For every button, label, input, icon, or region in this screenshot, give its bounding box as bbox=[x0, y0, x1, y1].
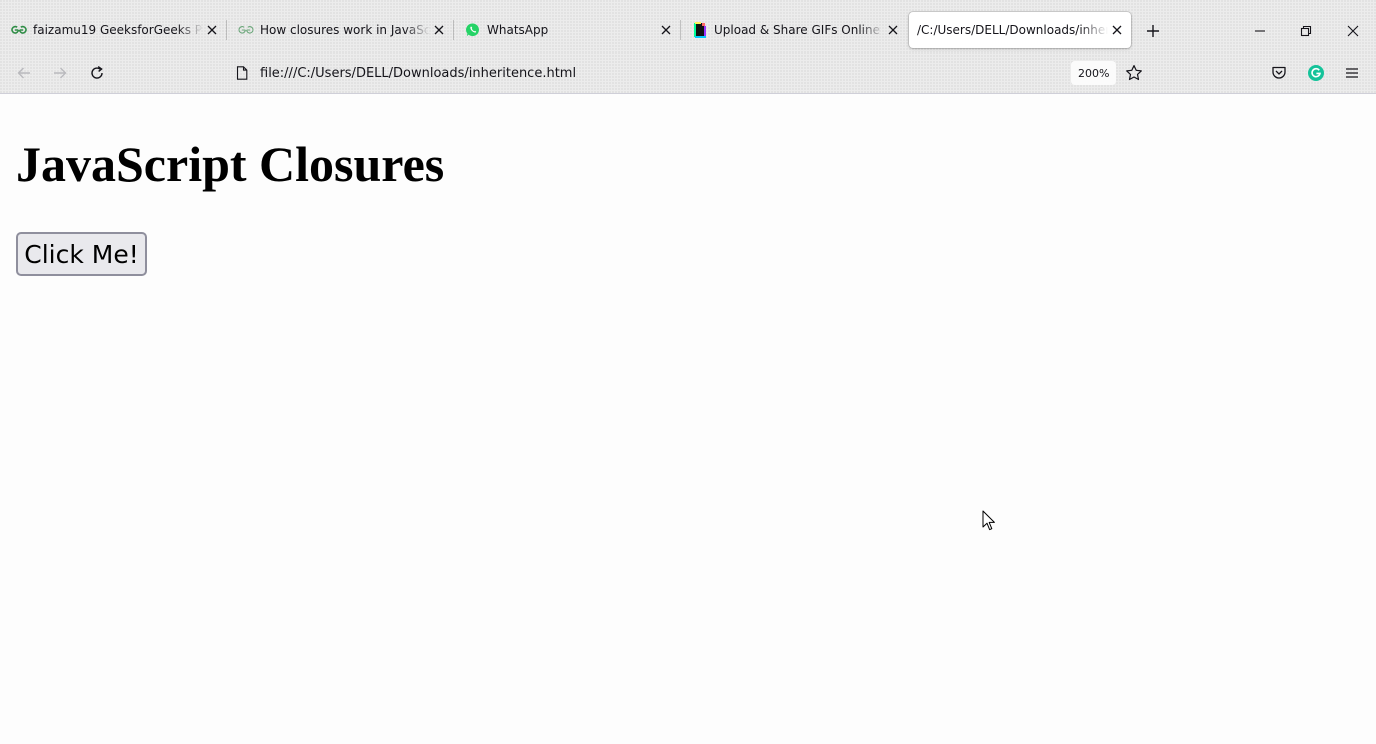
tab-geeksforgeeks-profile[interactable]: faizamu19 GeeksforGeeks Profile bbox=[0, 12, 226, 48]
close-icon[interactable] bbox=[884, 21, 902, 39]
forward-button[interactable] bbox=[47, 60, 73, 86]
pocket-button[interactable] bbox=[1267, 61, 1291, 85]
page-viewport: JavaScript Closures Click Me! bbox=[0, 94, 1376, 744]
minimize-button[interactable] bbox=[1237, 16, 1283, 46]
page-icon bbox=[234, 65, 250, 81]
close-window-button[interactable] bbox=[1330, 16, 1376, 46]
restore-icon bbox=[1300, 25, 1312, 37]
tab-title: How closures work in JavaScript bbox=[260, 23, 430, 37]
address-bar[interactable]: file:///C:/Users/DELL/Downloads/inherite… bbox=[226, 58, 1150, 88]
new-tab-button[interactable] bbox=[1140, 18, 1166, 44]
tab-title: WhatsApp bbox=[487, 23, 549, 37]
hamburger-menu-icon bbox=[1346, 68, 1358, 78]
star-icon bbox=[1126, 65, 1142, 81]
page-title: JavaScript Closures bbox=[16, 136, 445, 192]
plus-icon bbox=[1147, 25, 1159, 37]
pocket-icon bbox=[1272, 66, 1286, 79]
tab-whatsapp[interactable]: WhatsApp bbox=[454, 12, 680, 48]
close-icon[interactable] bbox=[657, 21, 675, 39]
close-icon[interactable] bbox=[1108, 21, 1126, 39]
geeksforgeeks-icon bbox=[11, 22, 27, 38]
arrow-right-icon bbox=[54, 67, 67, 79]
tab-title: /C:/Users/DELL/Downloads/inheritence.htm… bbox=[917, 23, 1108, 37]
reload-icon bbox=[91, 66, 103, 79]
close-icon[interactable] bbox=[203, 21, 221, 39]
arrow-left-icon bbox=[17, 67, 30, 79]
mouse-pointer-icon bbox=[982, 510, 995, 531]
tab-title: Upload & Share GIFs Online | GIPHY bbox=[714, 23, 884, 37]
tab-strip: faizamu19 GeeksforGeeks Profile How clos… bbox=[0, 0, 1376, 52]
tab-title: faizamu19 GeeksforGeeks Profile bbox=[33, 23, 203, 37]
whatsapp-icon bbox=[465, 22, 481, 38]
back-button[interactable] bbox=[11, 60, 37, 86]
grammarly-extension-button[interactable] bbox=[1304, 61, 1328, 85]
zoom-level-badge[interactable]: 200% bbox=[1071, 61, 1117, 85]
reload-button[interactable] bbox=[84, 60, 110, 86]
tab-giphy[interactable]: Upload & Share GIFs Online | GIPHY bbox=[681, 12, 907, 48]
click-me-button[interactable]: Click Me! bbox=[16, 232, 147, 276]
navigation-toolbar: file:///C:/Users/DELL/Downloads/inherite… bbox=[0, 52, 1376, 94]
geeksforgeeks-outline-icon bbox=[238, 22, 254, 38]
tab-inheritence-file[interactable]: /C:/Users/DELL/Downloads/inheritence.htm… bbox=[909, 12, 1131, 48]
app-menu-button[interactable] bbox=[1340, 61, 1364, 85]
giphy-icon bbox=[692, 22, 708, 38]
restore-button[interactable] bbox=[1283, 16, 1329, 46]
close-icon bbox=[1347, 25, 1359, 37]
tab-closures-article[interactable]: How closures work in JavaScript bbox=[227, 12, 453, 48]
minimize-icon bbox=[1255, 30, 1265, 32]
url-text[interactable]: file:///C:/Users/DELL/Downloads/inherite… bbox=[260, 66, 1150, 81]
bookmark-star-button[interactable] bbox=[1122, 61, 1146, 85]
grammarly-icon bbox=[1308, 65, 1324, 81]
close-icon[interactable] bbox=[430, 21, 448, 39]
